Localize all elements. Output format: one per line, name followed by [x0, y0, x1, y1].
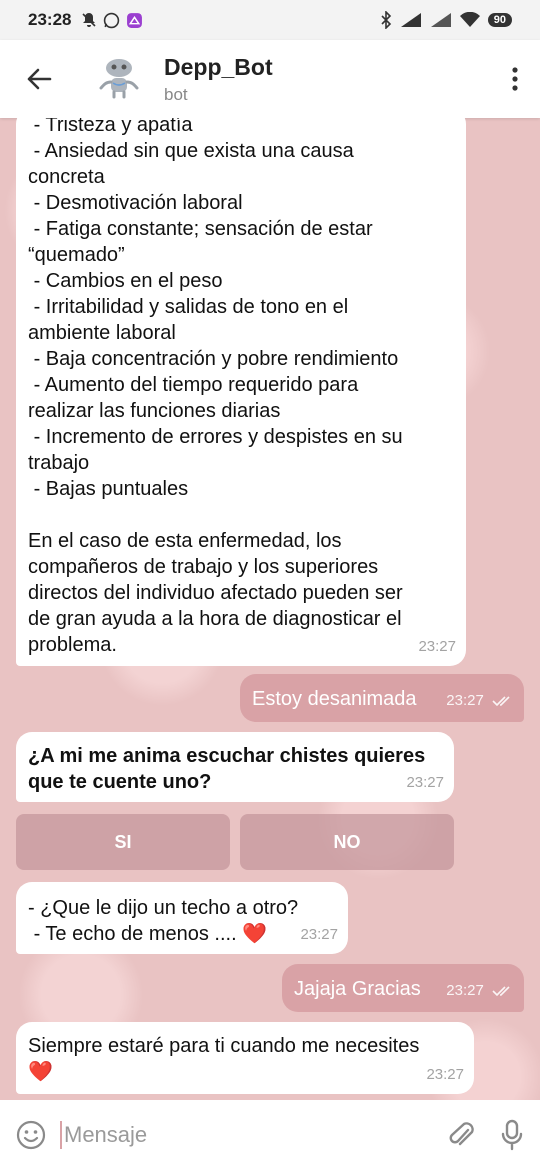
- more-vertical-icon: [512, 67, 518, 91]
- message-bubble[interactable]: Siempre estaré para ti cuando me necesit…: [16, 1022, 474, 1094]
- system-icons: 90: [380, 11, 512, 29]
- message-time-value: 23:27: [446, 692, 484, 709]
- chat-title-block[interactable]: Depp_Bot bot: [164, 54, 273, 105]
- message-time: 23:27: [446, 688, 514, 714]
- message-input[interactable]: Mensaje: [64, 1122, 147, 1148]
- message-text: Siempre estaré para ti cuando me necesit…: [28, 1035, 420, 1083]
- more-menu-button[interactable]: [490, 40, 540, 118]
- message-bubble[interactable]: Estoy desanimada 23:27: [240, 674, 524, 722]
- arrow-left-icon: [27, 68, 52, 90]
- text-cursor: [60, 1121, 62, 1149]
- battery-indicator: 90: [487, 13, 512, 27]
- status-time: 23:28: [28, 10, 72, 29]
- mute-icon: [82, 13, 97, 27]
- message-bubble[interactable]: Jajaja Gracias 23:27: [282, 964, 524, 1012]
- bluetooth-icon: [381, 11, 391, 29]
- message-text: - ¿Que le dijo un techo a otro? - Te ech…: [28, 897, 299, 945]
- status-bar: 23:28 90: [0, 0, 540, 40]
- message-bubble[interactable]: - ¿Que le dijo un techo a otro? - Te ech…: [16, 882, 348, 954]
- message-time: 23:27: [300, 926, 338, 943]
- emoji-icon[interactable]: [16, 1120, 46, 1150]
- notification-icons: [81, 12, 143, 29]
- attach-icon[interactable]: [448, 1120, 476, 1150]
- message-bubble[interactable]: - Tristeza y apatía - Ansiedad sin que e…: [16, 118, 466, 666]
- message-time: 23:27: [406, 774, 444, 791]
- message-time: 23:27: [418, 638, 456, 655]
- chat-header: Depp_Bot bot: [0, 40, 540, 118]
- signal-icon-2: [430, 13, 451, 27]
- message-input-bar: Mensaje: [0, 1100, 540, 1170]
- double-check-icon: [492, 986, 510, 997]
- message-text: - Tristeza y apatía - Ansiedad sin que e…: [28, 118, 403, 656]
- message-list[interactable]: - Tristeza y apatía - Ansiedad sin que e…: [0, 118, 540, 1100]
- message-time: 23:27: [426, 1066, 464, 1083]
- avatar[interactable]: [94, 54, 144, 104]
- wifi-icon: [459, 12, 480, 27]
- back-button[interactable]: [0, 40, 78, 118]
- whatsapp-icon: [104, 12, 120, 28]
- double-check-icon: [492, 696, 510, 707]
- message-text: ¿A mi me anima escuchar chistes quieres …: [28, 745, 426, 793]
- input-actions: [448, 1119, 524, 1151]
- robot-avatar-icon: [96, 55, 142, 101]
- app-notification-icon: [127, 12, 143, 28]
- signal-icon: [400, 13, 421, 27]
- microphone-icon[interactable]: [500, 1119, 524, 1151]
- message-bubble[interactable]: ¿A mi me anima escuchar chistes quieres …: [16, 732, 454, 802]
- message-time: 23:27: [446, 978, 514, 1004]
- message-time-value: 23:27: [446, 982, 484, 999]
- chat-subtitle: bot: [164, 84, 188, 104]
- keyboard-button-si[interactable]: SI: [16, 814, 230, 870]
- chat-title: Depp_Bot: [164, 53, 273, 80]
- keyboard-button-no[interactable]: NO: [240, 814, 454, 870]
